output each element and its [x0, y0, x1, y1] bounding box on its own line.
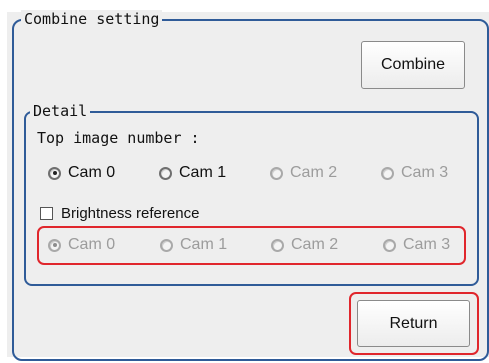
- top-image-radio-cam3: Cam 3: [381, 163, 448, 183]
- radio-unchecked-icon: [381, 166, 394, 180]
- top-image-number-label: Top image number :: [37, 129, 200, 147]
- radio-label: Cam 3: [401, 164, 449, 181]
- radio-label: Cam 0: [68, 236, 116, 253]
- radio-label: Cam 0: [68, 164, 116, 181]
- radio-unchecked-icon: [159, 166, 172, 180]
- top-image-radio-cam2: Cam 2: [270, 163, 337, 183]
- radio-label: Cam 1: [179, 164, 227, 181]
- checkbox-unchecked-icon: [40, 207, 53, 220]
- brightness-reference-label: Brightness reference: [61, 205, 200, 222]
- radio-label: Cam 1: [180, 236, 228, 253]
- return-button[interactable]: Return: [357, 300, 470, 347]
- combine-setting-legend: Combine setting: [21, 10, 163, 28]
- brightness-radio-cam0: Cam 0: [48, 235, 115, 255]
- radio-label: Cam 3: [403, 236, 451, 253]
- radio-label: Cam 2: [291, 236, 339, 253]
- brightness-radio-cam1: Cam 1: [160, 235, 227, 255]
- top-image-radio-cam1[interactable]: Cam 1: [159, 163, 226, 183]
- radio-checked-icon: [48, 238, 61, 252]
- radio-unchecked-icon: [383, 238, 396, 252]
- radio-unchecked-icon: [270, 166, 283, 180]
- detail-legend: Detail: [30, 102, 91, 120]
- brightness-radio-cam2: Cam 2: [271, 235, 338, 255]
- radio-checked-icon: [48, 166, 61, 180]
- top-image-radio-cam0[interactable]: Cam 0: [48, 163, 115, 183]
- combine-button[interactable]: Combine: [361, 41, 465, 89]
- radio-unchecked-icon: [271, 238, 284, 252]
- brightness-reference-checkbox[interactable]: Brightness reference: [40, 205, 199, 222]
- radio-unchecked-icon: [160, 238, 173, 252]
- brightness-radio-cam3: Cam 3: [383, 235, 450, 255]
- radio-label: Cam 2: [290, 164, 338, 181]
